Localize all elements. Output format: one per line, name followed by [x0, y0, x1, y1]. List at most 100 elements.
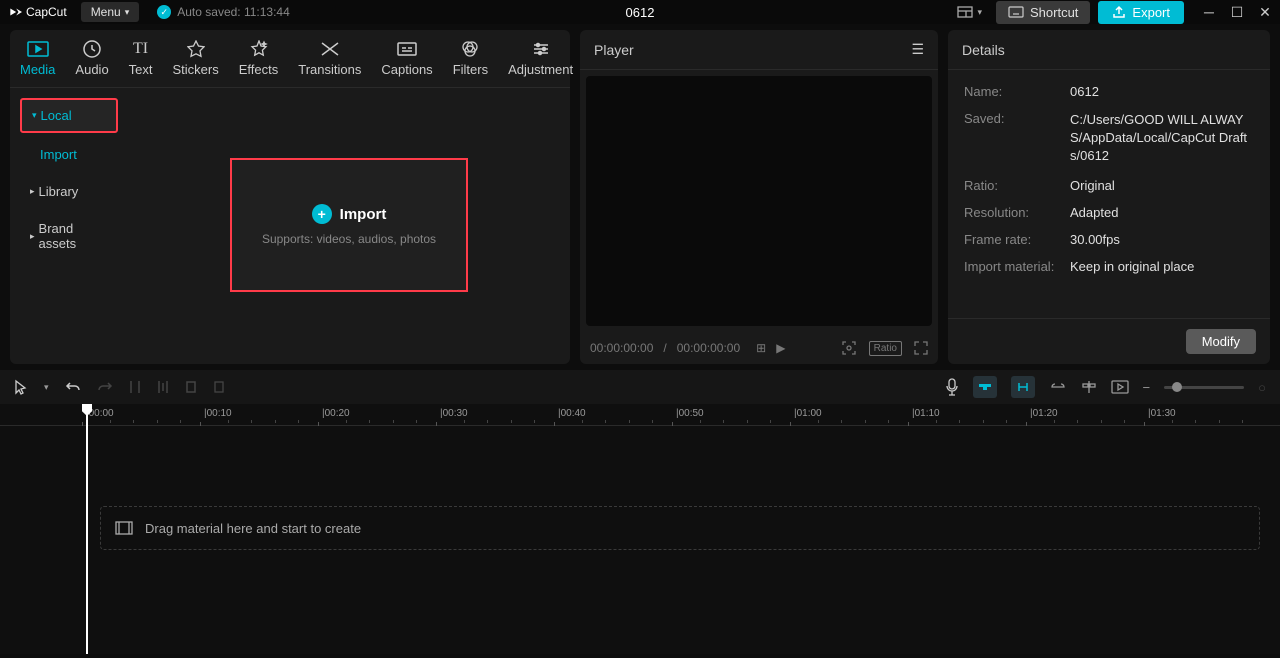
- tab-captions[interactable]: Captions: [371, 36, 442, 87]
- player-controls: 00:00:00:00 / 00:00:00:00 ⊞ ▶ Ratio: [580, 332, 938, 364]
- check-icon: ✓: [157, 5, 171, 19]
- details-panel: Details Name:0612 Saved:C:/Users/GOOD WI…: [948, 30, 1270, 364]
- sidebar-item-brand-assets[interactable]: ▸Brand assets: [20, 213, 118, 259]
- app-logo: CapCut: [8, 5, 67, 19]
- ruler-tick: |00:20: [322, 408, 350, 419]
- focus-icon[interactable]: [841, 340, 857, 356]
- detail-framerate-value: 30.00fps: [1070, 232, 1254, 247]
- detail-resolution-value: Adapted: [1070, 205, 1254, 220]
- detail-resolution-label: Resolution:: [964, 205, 1070, 220]
- caret-right-icon: ▸: [30, 231, 35, 242]
- tab-transitions[interactable]: Transitions: [288, 36, 371, 87]
- play-button[interactable]: ▶: [776, 341, 785, 355]
- detail-name-value: 0612: [1070, 84, 1254, 99]
- undo-button[interactable]: [65, 380, 81, 394]
- player-title: Player: [594, 42, 634, 58]
- timeline-toolbar: ▾ − ○: [0, 370, 1280, 404]
- hamburger-icon[interactable]: ☰: [911, 41, 924, 58]
- keyboard-icon: [1008, 6, 1024, 18]
- media-panel: Media Audio TI Text Stickers Effects Tra…: [10, 30, 570, 364]
- filters-icon: [459, 40, 481, 58]
- zoom-in-button[interactable]: ○: [1258, 380, 1266, 395]
- ruler-tick: |01:20: [1030, 408, 1058, 419]
- minimize-button[interactable]: ─: [1202, 5, 1216, 19]
- ruler-tick: |01:10: [912, 408, 940, 419]
- tab-stickers[interactable]: Stickers: [163, 36, 229, 87]
- caret-down-icon: ▾: [32, 110, 37, 121]
- mic-button[interactable]: [945, 378, 959, 396]
- ruler-tick: |01:00: [794, 408, 822, 419]
- app-name: CapCut: [26, 5, 67, 19]
- zoom-slider[interactable]: [1164, 386, 1244, 389]
- timeline[interactable]: |00:00|00:10|00:20|00:30|00:40|00:50|01:…: [0, 404, 1280, 654]
- import-dropzone[interactable]: + Import Supports: videos, audios, photo…: [230, 158, 468, 292]
- titlebar: CapCut Menu ▾ ✓ Auto saved: 11:13:44 061…: [0, 0, 1280, 24]
- adjustment-icon: [530, 40, 552, 58]
- drop-hint-text: Drag material here and start to create: [145, 521, 361, 536]
- ruler-tick: |01:30: [1148, 408, 1176, 419]
- detail-import-material-value: Keep in original place: [1070, 259, 1254, 274]
- split-button[interactable]: [129, 379, 141, 395]
- layout-button[interactable]: ▾: [951, 3, 988, 21]
- transitions-icon: [319, 40, 341, 58]
- player-viewport[interactable]: [586, 76, 932, 326]
- project-title: 0612: [626, 5, 655, 20]
- snap-button[interactable]: [1011, 376, 1035, 398]
- delete-button[interactable]: [213, 380, 225, 394]
- fullscreen-icon[interactable]: [914, 341, 928, 355]
- align-button[interactable]: [1081, 380, 1097, 394]
- plus-icon: +: [312, 204, 332, 224]
- menu-button[interactable]: Menu ▾: [81, 2, 140, 22]
- tab-filters[interactable]: Filters: [443, 36, 498, 87]
- chevron-down-icon: ▾: [125, 7, 130, 18]
- close-button[interactable]: ✕: [1258, 5, 1272, 19]
- text-icon: TI: [130, 40, 152, 58]
- time-current: 00:00:00:00: [590, 341, 653, 355]
- media-sidebar: ▾Local Import ▸Library ▸Brand assets: [10, 88, 128, 364]
- category-tabs: Media Audio TI Text Stickers Effects Tra…: [10, 30, 570, 88]
- link-button[interactable]: [1049, 382, 1067, 392]
- ruler-tick: |00:50: [676, 408, 704, 419]
- tab-audio[interactable]: Audio: [65, 36, 118, 87]
- player-panel: Player ☰ 00:00:00:00 / 00:00:00:00 ⊞ ▶ R…: [580, 30, 938, 364]
- trim-right-button[interactable]: [185, 379, 197, 395]
- detail-saved-value: C:/Users/GOOD WILL ALWAYS/AppData/Local/…: [1070, 111, 1254, 166]
- captions-icon: [396, 40, 418, 58]
- detail-ratio-value: Original: [1070, 178, 1254, 193]
- detail-framerate-label: Frame rate:: [964, 232, 1070, 247]
- audio-icon: [81, 40, 103, 58]
- maximize-button[interactable]: ☐: [1230, 5, 1244, 19]
- sidebar-item-import[interactable]: Import: [20, 139, 118, 170]
- ruler-tick: |00:30: [440, 408, 468, 419]
- zoom-out-button[interactable]: −: [1143, 380, 1151, 395]
- ruler-tick: |00:10: [204, 408, 232, 419]
- layout-icon: [957, 6, 973, 18]
- detail-ratio-label: Ratio:: [964, 178, 1070, 193]
- ratio-button[interactable]: Ratio: [869, 341, 902, 356]
- chevron-down-icon: ▾: [977, 7, 982, 18]
- cursor-tool[interactable]: [14, 379, 28, 395]
- tab-media[interactable]: Media: [10, 36, 65, 87]
- export-button[interactable]: Export: [1098, 1, 1184, 24]
- details-title: Details: [962, 42, 1005, 58]
- redo-button[interactable]: [97, 380, 113, 394]
- modify-button[interactable]: Modify: [1186, 329, 1256, 354]
- sidebar-item-library[interactable]: ▸Library: [20, 176, 118, 207]
- autosave-status: ✓ Auto saved: 11:13:44: [157, 5, 290, 19]
- sidebar-item-local[interactable]: ▾Local: [20, 98, 118, 133]
- shortcut-button[interactable]: Shortcut: [996, 1, 1090, 24]
- magnet-button[interactable]: [973, 376, 997, 398]
- preview-button[interactable]: [1111, 380, 1129, 394]
- tab-effects[interactable]: Effects: [229, 36, 289, 87]
- grid-icon[interactable]: ⊞: [756, 341, 766, 355]
- capcut-logo-icon: [8, 5, 22, 19]
- timeline-drop-track[interactable]: Drag material here and start to create: [100, 506, 1260, 550]
- effects-icon: [248, 40, 270, 58]
- trim-left-button[interactable]: [157, 379, 169, 395]
- tab-text[interactable]: TI Text: [119, 36, 163, 87]
- detail-name-label: Name:: [964, 84, 1070, 99]
- stickers-icon: [185, 40, 207, 58]
- timeline-ruler[interactable]: |00:00|00:10|00:20|00:30|00:40|00:50|01:…: [0, 404, 1280, 426]
- cursor-dropdown[interactable]: ▾: [44, 382, 49, 393]
- tab-adjustment[interactable]: Adjustment: [498, 36, 583, 87]
